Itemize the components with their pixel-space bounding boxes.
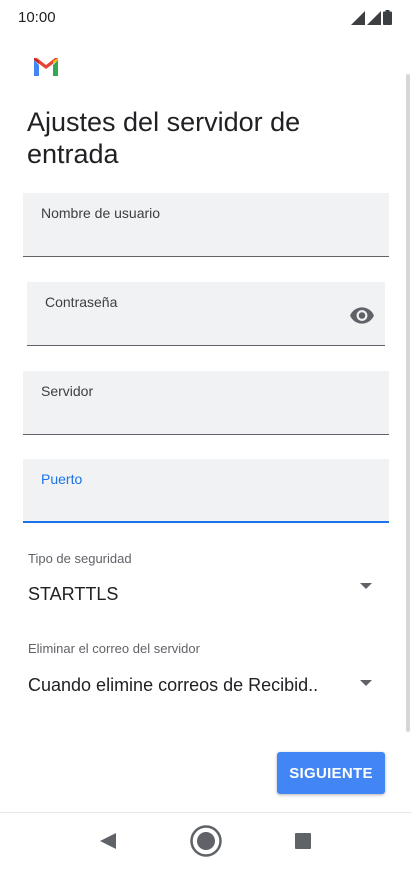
- home-button[interactable]: [188, 823, 224, 859]
- recents-button[interactable]: [285, 823, 321, 859]
- nav-bar: [0, 812, 412, 869]
- port-label: Puerto: [41, 471, 83, 487]
- password-input[interactable]: [45, 315, 335, 339]
- delete-from-server-label: Eliminar el correo del servidor: [28, 641, 200, 656]
- eye-icon[interactable]: [349, 302, 375, 328]
- dropdown-arrow-icon: [360, 583, 372, 589]
- status-icons: [351, 10, 392, 25]
- password-field[interactable]: Contraseña: [27, 282, 385, 346]
- signal-icon: [367, 11, 381, 25]
- page-title: Ajustes del servidor de entrada: [27, 107, 301, 169]
- server-label: Servidor: [41, 383, 94, 399]
- battery-icon: [383, 10, 392, 25]
- username-field[interactable]: Nombre de usuario: [23, 193, 389, 257]
- next-button[interactable]: SIGUIENTE: [277, 752, 385, 794]
- port-input[interactable]: [41, 491, 339, 515]
- password-label: Contraseña: [45, 294, 118, 310]
- signal-icon: [351, 11, 365, 25]
- gmail-logo: [34, 58, 58, 76]
- home-icon: [190, 825, 222, 857]
- security-type-select[interactable]: STARTTLS: [20, 574, 390, 614]
- security-type-label: Tipo de seguridad: [28, 551, 132, 566]
- username-label: Nombre de usuario: [41, 205, 161, 221]
- status-bar: 10:00: [0, 0, 412, 36]
- back-icon: [100, 833, 116, 849]
- security-type-value: STARTTLS: [28, 584, 119, 604]
- delete-from-server-select[interactable]: Cuando elimine correos de Recibid..: [20, 664, 390, 704]
- scrollbar[interactable]: [406, 74, 410, 732]
- recents-icon: [295, 833, 311, 849]
- username-input[interactable]: [41, 226, 339, 250]
- dropdown-arrow-icon: [360, 680, 372, 686]
- server-field[interactable]: Servidor: [23, 371, 389, 435]
- port-field[interactable]: Puerto: [23, 459, 389, 523]
- back-button[interactable]: [90, 823, 126, 859]
- delete-from-server-value: Cuando elimine correos de Recibid..: [28, 675, 319, 695]
- status-time: 10:00: [18, 9, 56, 26]
- server-input[interactable]: [41, 404, 339, 428]
